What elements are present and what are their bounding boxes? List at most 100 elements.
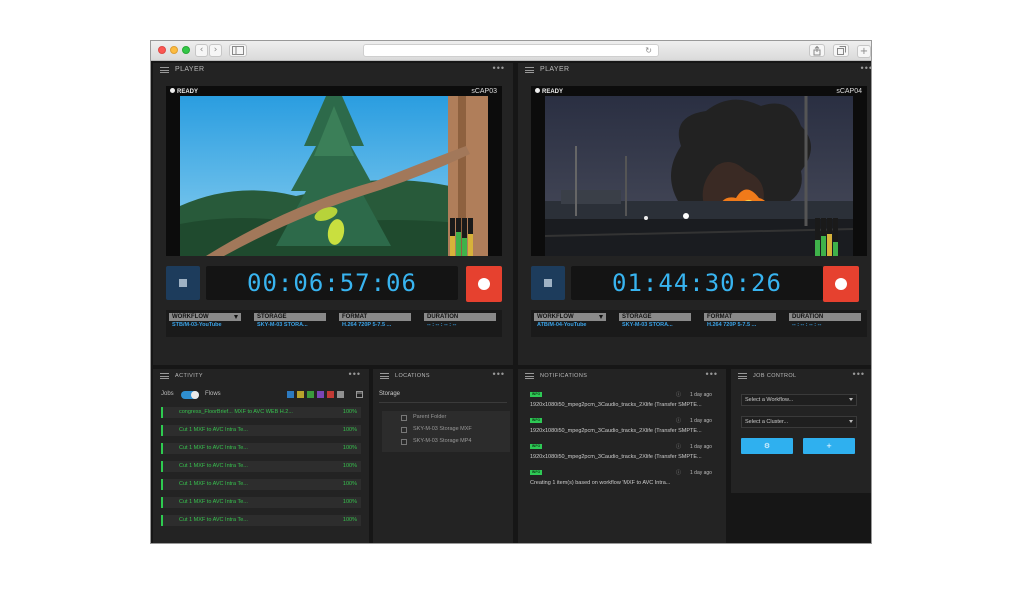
activity-row[interactable]: Cut 1 MXF to AVC Intra Te... 100% (161, 425, 361, 436)
format-label: FORMAT (339, 313, 411, 321)
flows-label: Flows (205, 391, 221, 397)
workflow-select[interactable]: Select a Workflow... (741, 394, 857, 406)
activity-row[interactable]: Cut 1 MXF to AVC Intra Te... 100% (161, 497, 361, 508)
menu-icon[interactable] (525, 67, 534, 73)
activity-row-percent: 100% (342, 499, 357, 505)
format-value: H.264 720P 5-7.5 ... (707, 322, 757, 328)
format-field: FORMAT H.264 720P 5-7.5 ... (704, 313, 776, 330)
calendar-icon[interactable] (356, 390, 363, 398)
panel-header: PLAYER ••• (153, 63, 513, 77)
notification-item[interactable]: INFO ⓘ 1 day ago Creating 1 item(s) based o… (530, 470, 726, 496)
activity-row[interactable]: Cut 1 MXF to AVC Intra Te... 100% (161, 443, 361, 454)
gear-icon: ⚙ (763, 442, 771, 450)
filter-chip[interactable] (327, 391, 334, 398)
more-options-icon[interactable]: ••• (493, 63, 505, 73)
more-options-icon[interactable]: ••• (853, 369, 865, 379)
activity-row-percent: 100% (342, 517, 357, 523)
checkbox[interactable] (401, 439, 407, 445)
menu-icon[interactable] (160, 373, 169, 379)
minimize-window-button[interactable] (170, 46, 178, 54)
more-options-icon[interactable]: ••• (493, 369, 505, 379)
share-button[interactable] (809, 44, 825, 57)
info-badge: INFO (530, 470, 542, 475)
maximize-window-button[interactable] (182, 46, 190, 54)
checkbox[interactable] (401, 427, 407, 433)
stop-button[interactable] (531, 266, 565, 300)
forward-button[interactable]: › (209, 44, 222, 57)
filter-chip[interactable] (297, 391, 304, 398)
menu-icon[interactable] (738, 373, 747, 379)
new-tab-button[interactable]: + (857, 45, 871, 58)
stop-icon (544, 279, 552, 287)
activity-row-label: Cut 1 MXF to AVC Intra Te... (179, 463, 248, 469)
player-panel-2: PLAYER ••• READY sCAP04 01:44:30:26 WORK… (518, 63, 871, 365)
stop-icon (179, 279, 187, 287)
stop-button[interactable] (166, 266, 200, 300)
cluster-select-placeholder: Select a Cluster... (745, 419, 789, 425)
storage-location-item[interactable]: SKY-M-03 Storage MXF (388, 424, 513, 435)
panel-header: ACTIVITY ••• (153, 369, 369, 383)
notification-text: 1920x1080i50_mpeg2pcm_3Caudio_tracks_2Xl… (530, 428, 702, 434)
duration-label: DURATION (789, 313, 861, 321)
storage-location-item[interactable]: SKY-M-03 Storage MP4 (388, 436, 513, 447)
back-icon: ‹ (199, 45, 204, 55)
address-bar[interactable]: ↻ (363, 44, 659, 57)
storage-location-item[interactable]: Parent Folder (388, 412, 513, 423)
notification-time: 1 day ago (690, 418, 712, 424)
filter-chip[interactable] (287, 391, 294, 398)
filter-chip[interactable] (317, 391, 324, 398)
info-icon: ⓘ (676, 392, 682, 398)
job-settings-button[interactable]: ⚙ (741, 438, 793, 454)
channel-name: sCAP03 (471, 88, 497, 95)
panel-title: JOB CONTROL (753, 373, 797, 379)
more-options-icon[interactable]: ••• (349, 369, 361, 379)
sidebar-toggle-button[interactable] (229, 44, 247, 57)
storage-value: SKY-M-03 STORA... (257, 322, 308, 328)
menu-icon[interactable] (160, 67, 169, 73)
activity-row[interactable]: Cut 1 MXF to AVC Intra Te... 100% (161, 479, 361, 490)
back-button[interactable]: ‹ (195, 44, 208, 57)
record-button[interactable] (823, 266, 859, 302)
workflow-field[interactable]: WORKFLOW STB/M-03-YouTube (169, 313, 241, 330)
filter-chip[interactable] (307, 391, 314, 398)
activity-row[interactable]: Cut 1 MXF to AVC Intra Te... 100% (161, 515, 361, 526)
locations-panel: LOCATIONS ••• Storage Parent Folder SKY-M… (373, 369, 513, 543)
jobs-flows-toggle[interactable] (181, 391, 199, 399)
close-window-button[interactable] (158, 46, 166, 54)
workflow-label: WORKFLOW (537, 314, 574, 320)
reload-icon[interactable]: ↻ (645, 45, 652, 56)
ready-status: READY (535, 88, 563, 96)
activity-row[interactable]: congress_FloorBrief... MXF to AVC WEB H.… (161, 407, 361, 418)
menu-icon[interactable] (525, 373, 534, 379)
workflow-select-placeholder: Select a Workflow... (745, 397, 794, 403)
checkbox[interactable] (401, 415, 407, 421)
workflow-field[interactable]: WORKFLOW ATB/M-04-YouTube (534, 313, 606, 330)
sidebar-icon (232, 46, 244, 55)
record-button[interactable] (466, 266, 502, 302)
duration-field: DURATION -- : -- : -- : -- (789, 313, 861, 330)
storage-field: STORAGE SKY-M-03 STORA... (619, 313, 691, 330)
activity-panel: ACTIVITY ••• Jobs Flows congress_FloorBr… (153, 369, 369, 543)
ready-status: READY (170, 88, 198, 96)
status-dot-icon (535, 88, 540, 93)
more-options-icon[interactable]: ••• (706, 369, 718, 379)
notification-item[interactable]: INFO ⓘ 1 day ago 1920x1080i50_mpeg2pcm_3Cau… (530, 418, 726, 444)
chevron-down-icon (234, 315, 238, 319)
filter-chip[interactable] (337, 391, 344, 398)
video-preview[interactable]: READY sCAP04 (531, 86, 867, 256)
storage-location-label: SKY-M-03 Storage MXF (413, 426, 472, 432)
add-job-button[interactable]: + (803, 438, 855, 454)
menu-icon[interactable] (380, 373, 389, 379)
cluster-select[interactable]: Select a Cluster... (741, 416, 857, 428)
activity-row-label: Cut 1 MXF to AVC Intra Te... (179, 427, 248, 433)
storage-label: STORAGE (619, 313, 691, 321)
notification-item[interactable]: INFO ⓘ 1 day ago 1920x1080i50_mpeg2pcm_3Cau… (530, 392, 726, 418)
video-preview[interactable]: READY sCAP03 (166, 86, 502, 256)
notification-item[interactable]: INFO ⓘ 1 day ago 1920x1080i50_mpeg2pcm_3Cau… (530, 444, 726, 470)
panel-title: PLAYER (540, 66, 570, 73)
more-options-icon[interactable]: ••• (861, 63, 871, 73)
activity-row[interactable]: Cut 1 MXF to AVC Intra Te... 100% (161, 461, 361, 472)
tabs-icon (836, 46, 846, 55)
tabs-button[interactable] (833, 44, 849, 57)
activity-row-percent: 100% (342, 427, 357, 433)
